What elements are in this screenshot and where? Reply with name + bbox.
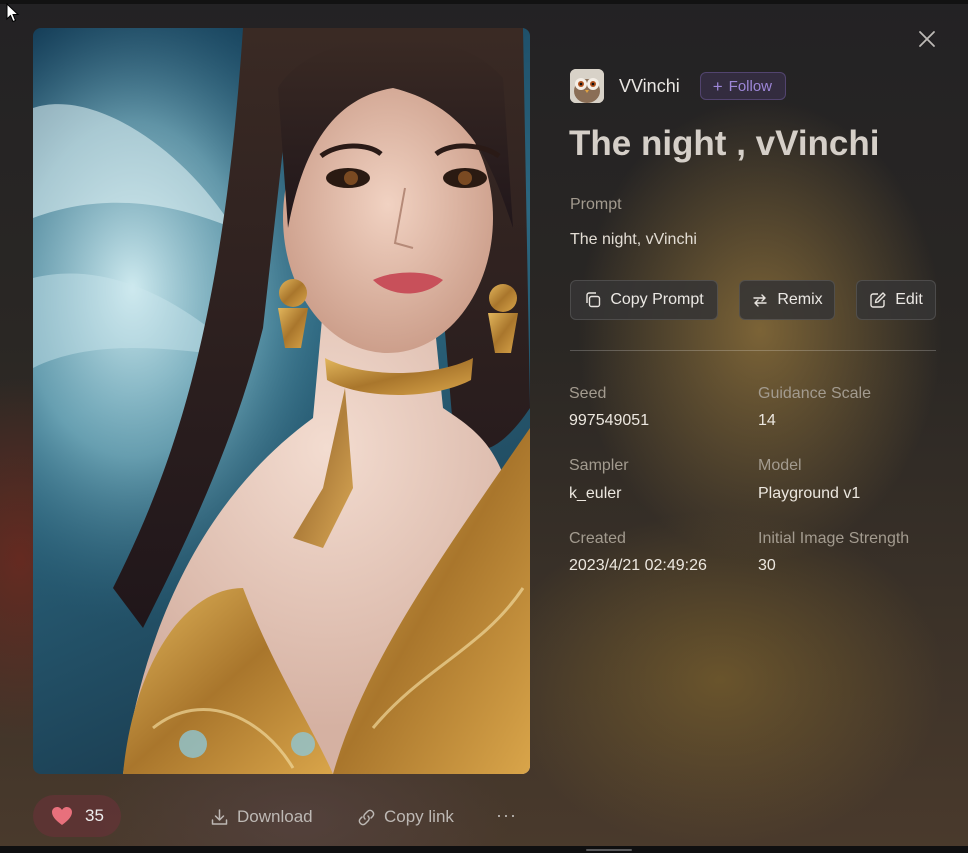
copy-icon [586,292,601,308]
model-label: Model [758,457,802,474]
copy-prompt-button[interactable]: Copy Prompt [570,280,718,320]
like-button[interactable]: 35 [33,795,121,837]
link-icon [358,809,375,825]
sampler-label: Sampler [569,457,629,474]
page-title: The night , vVinchi [569,124,880,163]
follow-label: Follow [728,77,773,95]
edit-label: Edit [895,291,923,308]
initial-image-strength-label: Initial Image Strength [758,530,910,547]
edit-button[interactable]: Edit [856,280,936,320]
window-bottom-edge [0,846,968,853]
guidance-scale-value: 14 [758,412,776,429]
close-icon [919,31,935,47]
resize-handle[interactable] [586,849,632,851]
remix-icon [753,294,768,307]
seed-label: Seed [569,385,607,402]
more-icon[interactable]: ··· [496,805,516,827]
sampler-value: k_euler [569,485,622,502]
prompt-label: Prompt [570,196,622,213]
close-button[interactable] [912,24,942,54]
remix-button[interactable]: Remix [739,280,835,320]
artwork-image[interactable] [33,28,530,774]
model-value: Playground v1 [758,485,861,502]
heart-icon [52,807,72,825]
author-name[interactable]: VVinchi [619,76,680,97]
created-label: Created [569,530,626,547]
window-top-edge [0,0,968,4]
remix-label: Remix [777,291,823,308]
copy-link-label: Copy link [384,807,454,826]
guidance-scale-label: Guidance Scale [758,385,871,402]
divider [570,350,936,351]
edit-icon [870,292,886,308]
follow-button[interactable]: + Follow [699,72,787,100]
download-icon [211,808,228,825]
copy-prompt-label: Copy Prompt [610,291,704,308]
initial-image-strength-value: 30 [758,557,776,574]
download-button[interactable]: Download [210,806,313,828]
avatar[interactable] [570,69,604,103]
cursor-icon [6,3,20,23]
copy-link-button[interactable]: Copy link [357,806,454,828]
like-count: 35 [85,806,104,825]
plus-icon: + [712,76,723,96]
seed-value: 997549051 [569,412,650,429]
prompt-text: The night, vVinchi [570,231,697,248]
created-value: 2023/4/21 02:49:26 [569,557,707,574]
author-row: VVinchi + Follow [570,69,787,103]
download-label: Download [237,807,313,826]
